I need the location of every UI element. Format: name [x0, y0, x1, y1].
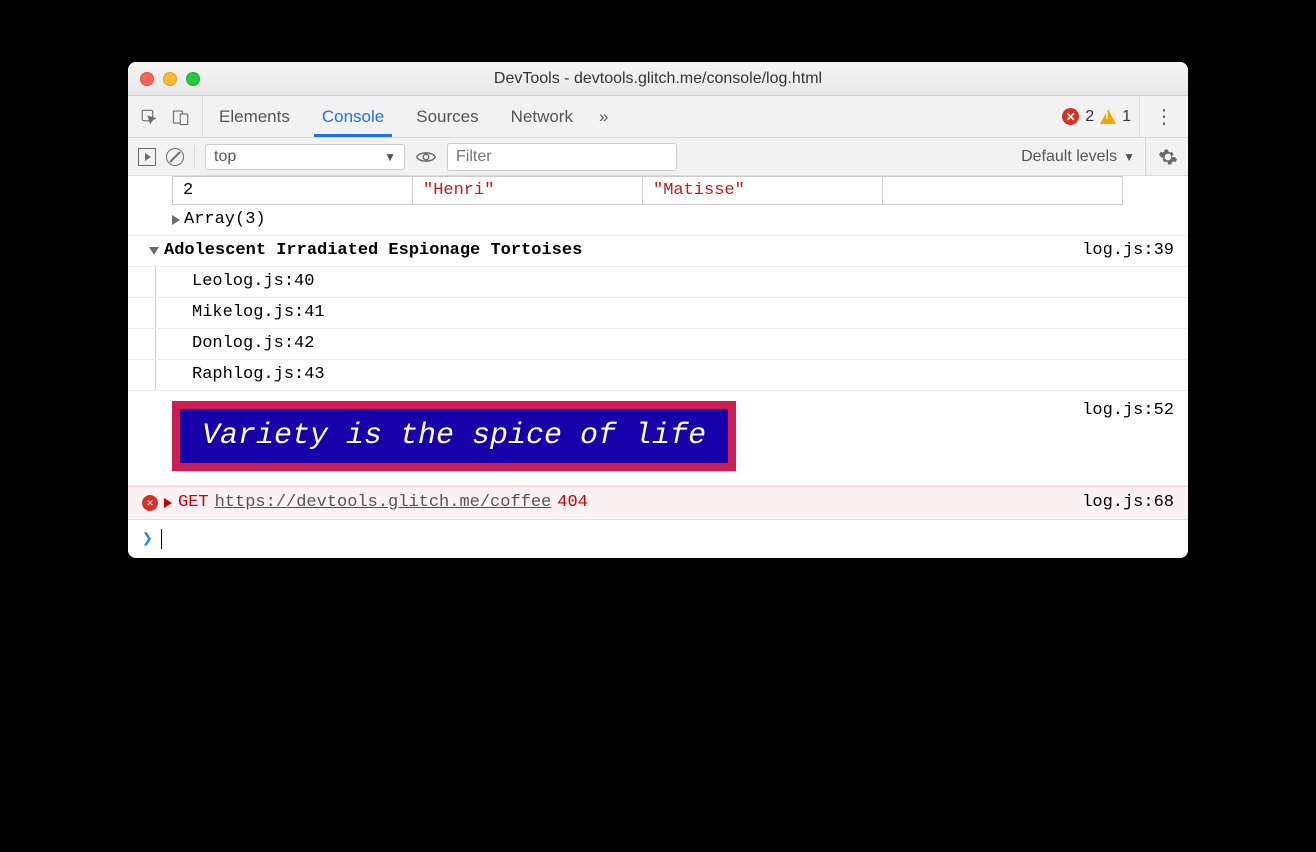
cell-index: 2: [173, 177, 413, 205]
console-output: 2 "Henri" "Matisse" Array(3) Adolescent …: [128, 176, 1188, 558]
log-entry: Leo log.js:40: [128, 267, 1188, 298]
tab-elements[interactable]: Elements: [203, 96, 306, 137]
issue-counts[interactable]: ✕ 2 1: [1054, 108, 1139, 126]
cell-first: "Henri": [413, 177, 643, 205]
levels-label: Default levels: [1021, 148, 1117, 166]
source-link[interactable]: log.js:40: [223, 272, 315, 291]
more-options-button[interactable]: ⋮: [1139, 96, 1188, 137]
warning-icon: [1100, 109, 1116, 124]
filter-input[interactable]: [447, 143, 677, 171]
device-toggle-icon[interactable]: [172, 108, 190, 126]
error-count: 2: [1085, 108, 1094, 126]
text-cursor: [161, 529, 162, 549]
console-settings-button[interactable]: [1145, 138, 1178, 175]
source-link[interactable]: log.js:42: [223, 334, 315, 353]
source-link[interactable]: log.js:39: [1082, 241, 1174, 260]
cell-last: "Matisse": [643, 177, 883, 205]
window-titlebar: DevTools - devtools.glitch.me/console/lo…: [128, 62, 1188, 96]
close-window-button[interactable]: [140, 72, 154, 86]
log-text: Don: [192, 334, 223, 353]
console-table: 2 "Henri" "Matisse": [172, 176, 1123, 205]
source-link[interactable]: log.js:41: [233, 303, 325, 322]
collapse-icon: [149, 247, 159, 255]
tab-sources[interactable]: Sources: [400, 96, 494, 137]
window-title: DevTools - devtools.glitch.me/console/lo…: [128, 70, 1188, 88]
log-entry: Mike log.js:41: [128, 298, 1188, 329]
sidebar-toggle-icon[interactable]: [138, 148, 156, 166]
prompt-caret-icon: ❯: [142, 528, 153, 550]
devtools-window: DevTools - devtools.glitch.me/console/lo…: [128, 62, 1188, 558]
error-icon: ✕: [1062, 108, 1079, 125]
live-expression-icon[interactable]: [415, 146, 437, 168]
source-link[interactable]: log.js:43: [233, 365, 325, 384]
log-levels-selector[interactable]: Default levels ▼: [1021, 148, 1135, 166]
console-prompt[interactable]: ❯: [128, 520, 1188, 558]
error-url[interactable]: https://devtools.glitch.me/coffee: [215, 493, 552, 512]
styled-log-text: Variety is the spice of life: [172, 401, 736, 471]
zoom-window-button[interactable]: [186, 72, 200, 86]
source-link[interactable]: log.js:52: [1082, 401, 1174, 420]
tabs-overflow-button[interactable]: »: [589, 96, 618, 137]
tab-network[interactable]: Network: [495, 96, 589, 137]
inspect-icon[interactable]: [140, 108, 158, 126]
expand-icon[interactable]: [164, 498, 172, 508]
source-link[interactable]: log.js:68: [1082, 493, 1174, 512]
log-text: Raph: [192, 365, 233, 384]
http-method: GET: [178, 493, 209, 512]
error-icon: ✕: [142, 495, 158, 511]
group-title: Adolescent Irradiated Espionage Tortoise…: [164, 241, 582, 260]
chevron-down-icon: ▼: [1123, 150, 1135, 164]
log-text: Leo: [192, 272, 223, 291]
minimize-window-button[interactable]: [163, 72, 177, 86]
http-status: 404: [557, 493, 588, 512]
error-log-entry: ✕ GET https://devtools.glitch.me/coffee …: [128, 486, 1188, 520]
table-row[interactable]: 2 "Henri" "Matisse": [173, 177, 1123, 205]
log-entry: Don log.js:42: [128, 329, 1188, 360]
array-label: Array(3): [184, 210, 266, 229]
log-entry: Raph log.js:43: [128, 360, 1188, 391]
window-controls: [140, 72, 200, 86]
array-row[interactable]: Array(3): [128, 205, 1188, 236]
log-group-header[interactable]: Adolescent Irradiated Espionage Tortoise…: [128, 236, 1188, 267]
log-text: Mike: [192, 303, 233, 322]
context-value: top: [214, 148, 236, 166]
warning-count: 1: [1122, 108, 1131, 126]
devtools-tabbar: Elements Console Sources Network » ✕ 2 1…: [128, 96, 1188, 138]
clear-console-icon[interactable]: [166, 148, 184, 166]
expand-icon: [172, 215, 180, 225]
styled-log-entry: Variety is the spice of life log.js:52: [128, 391, 1188, 486]
chevron-down-icon: ▼: [384, 150, 396, 164]
tab-console[interactable]: Console: [306, 96, 400, 137]
context-selector[interactable]: top ▼: [205, 144, 405, 170]
console-filterbar: top ▼ Default levels ▼: [128, 138, 1188, 176]
gear-icon: [1158, 147, 1178, 167]
cell-empty: [883, 177, 1123, 205]
